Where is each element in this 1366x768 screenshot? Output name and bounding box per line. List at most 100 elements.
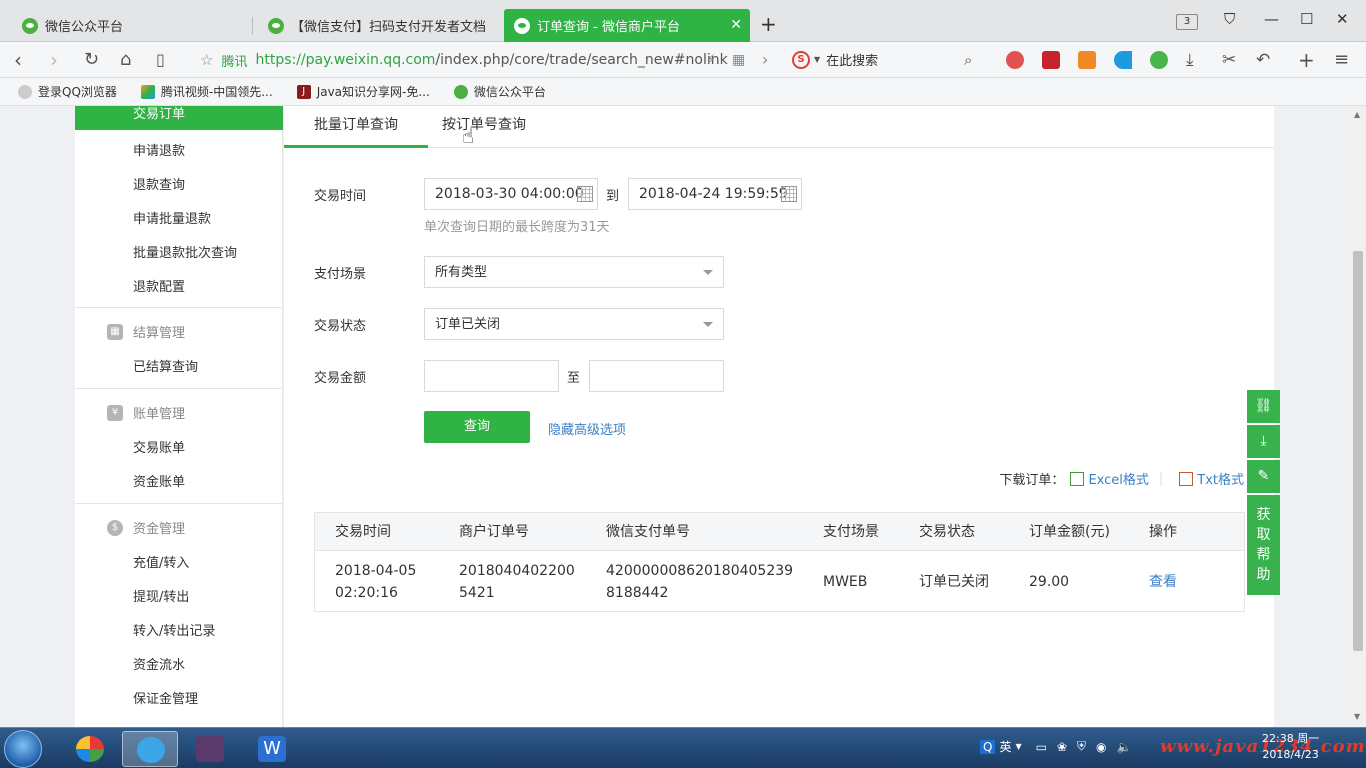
get-help-button[interactable]: 获 取 帮 助 (1247, 495, 1280, 595)
calendar-icon[interactable] (781, 186, 797, 202)
shield-icon[interactable]: ⛨ (1077, 739, 1086, 754)
ime-q-icon[interactable]: Q (980, 739, 996, 754)
download-orders: 下载订单： Excel格式 | Txt格式 (999, 469, 1244, 488)
address-field[interactable]: ☆ 腾讯 https://pay.weixin.qq.com/index.php… (200, 46, 780, 74)
browser-tab-weixin-mp[interactable]: 微信公众平台 (12, 9, 133, 42)
view-order-link[interactable]: 查看 (1149, 571, 1177, 593)
scroll-thumb[interactable] (1353, 251, 1363, 651)
add-icon[interactable]: + (1298, 47, 1315, 73)
amount-min-input[interactable] (424, 360, 559, 392)
sidebar-section-bills[interactable]: ¥ 账单管理 (107, 403, 185, 422)
lightning-icon[interactable]: ⚡ (706, 47, 716, 73)
download-icon[interactable]: ⤓ (1186, 47, 1194, 73)
coupon-icon[interactable] (1042, 51, 1060, 69)
play-icon[interactable] (1114, 51, 1132, 69)
orders-table: 交易时间 商户订单号 微信支付单号 支付场景 交易状态 订单金额(元) 操作 2… (314, 512, 1245, 612)
url-text: https://pay.weixin.qq.com/index.php/core… (255, 52, 727, 68)
bookmark-qq-login[interactable]: 登录QQ浏览器 (18, 83, 117, 100)
bookmark-java-share[interactable]: J Java知识分享网-免... (296, 83, 430, 100)
reading-mode-icon[interactable]: ▯ (156, 47, 165, 73)
sidebar-item-apply-refund[interactable]: 申请退款 (133, 140, 185, 159)
sidebar-item-settled-query[interactable]: 已结算查询 (133, 356, 198, 375)
sidebar-item-trade-orders[interactable]: 交易订单 (75, 106, 283, 130)
refresh-icon[interactable]: ↻ (84, 47, 99, 73)
tab-batch-query[interactable]: 批量订单查询 (284, 106, 428, 148)
sidebar-item-recharge[interactable]: 充值/转入 (133, 552, 189, 571)
download-icon[interactable]: ⤓ (1247, 425, 1280, 458)
home-icon[interactable]: ⌂ (120, 47, 131, 73)
wechat-ext-icon[interactable] (1150, 51, 1168, 69)
sidebar-item-batch-refund-query[interactable]: 批量退款批次查询 (133, 242, 237, 261)
star-icon[interactable]: ☆ (200, 51, 213, 69)
bookmark-tencent-video[interactable]: 腾讯视频-中国领先... (140, 83, 273, 100)
minimize-icon[interactable]: — (1264, 10, 1279, 28)
undo-icon[interactable]: ↶ (1256, 47, 1270, 73)
start-time-value: 2018-03-30 04:00:00 (435, 186, 584, 202)
query-button[interactable]: 查询 (424, 411, 530, 443)
taskbar-app-wps[interactable]: W (244, 731, 300, 767)
close-tab-icon[interactable]: ✕ (730, 17, 742, 33)
search-placeholder: 在此搜索 (826, 54, 879, 69)
download-excel-link[interactable]: Excel格式 (1088, 469, 1148, 488)
new-tab-button[interactable]: + (760, 14, 777, 34)
sidebar-item-refund-query[interactable]: 退款查询 (133, 174, 185, 193)
forward-icon[interactable]: › (50, 47, 58, 73)
sidebar-section-settlement[interactable]: ▦ 结算管理 (107, 322, 185, 341)
maximize-icon[interactable]: ☐ (1300, 10, 1313, 28)
sidebar-divider (75, 503, 283, 504)
clock-time: 22:38 周一 (1262, 732, 1320, 745)
pay-scene-select[interactable]: 所有类型 (424, 256, 724, 288)
page-scrollbar[interactable]: ▲ ▼ (1350, 106, 1366, 727)
start-time-input[interactable]: 2018-03-30 04:00:00 (424, 178, 598, 210)
back-icon[interactable]: ‹ (14, 47, 22, 73)
scroll-down-icon[interactable]: ▼ (1354, 712, 1360, 721)
search-icon[interactable]: ⌕ (964, 47, 972, 73)
calendar-icon[interactable] (577, 186, 593, 202)
sidebar-item-fund-flow[interactable]: 资金流水 (133, 654, 185, 673)
end-time-input[interactable]: 2018-04-24 19:59:59 (628, 178, 802, 210)
tab-count-badge[interactable]: 3 (1176, 14, 1198, 30)
trade-status-select[interactable]: 订单已关闭 (424, 308, 724, 340)
sidebar-item-refund-config[interactable]: 退款配置 (133, 276, 185, 295)
amount-max-input[interactable] (589, 360, 724, 392)
tray-security-icon[interactable]: ◉ (1096, 740, 1106, 754)
sidebar-item-withdraw[interactable]: 提现/转出 (133, 586, 189, 605)
tshirt-skin-icon[interactable]: ⛉ (1224, 10, 1235, 28)
scroll-up-icon[interactable]: ▲ (1354, 110, 1360, 119)
browser-tab-order-query[interactable]: 订单查询 - 微信商户平台 ✕ (504, 9, 750, 42)
sidebar-item-batch-refund[interactable]: 申请批量退款 (133, 208, 211, 227)
qrcode-icon[interactable]: ▦ (732, 47, 745, 73)
start-button[interactable] (4, 730, 42, 768)
sidebar-item-deposit[interactable]: 保证金管理 (133, 688, 198, 707)
browser-tab-pay-docs[interactable]: 【微信支付】扫码支付开发者文档 (258, 9, 496, 42)
search-box[interactable]: S ▼ 在此搜索 (792, 50, 878, 69)
volume-icon[interactable]: 🔈 (1117, 740, 1132, 754)
taskbar-app-java-ee[interactable] (182, 731, 238, 767)
taskbar-app-security[interactable] (62, 731, 118, 767)
sidebar-item-trade-bill[interactable]: 交易账单 (133, 437, 185, 456)
sidebar-item-fund-bill[interactable]: 资金账单 (133, 471, 185, 490)
link-icon[interactable]: ⛓ (1247, 390, 1280, 423)
bookmark-weixin-mp[interactable]: 微信公众平台 (453, 83, 546, 100)
chevron-down-icon[interactable]: ▼ (1015, 742, 1021, 751)
chevron-down-icon[interactable]: ▼ (814, 55, 820, 64)
edit-icon[interactable]: ✎ (1247, 460, 1280, 493)
system-clock[interactable]: 22:38 周一 2018/4/23 (1262, 731, 1319, 763)
section-label: 资金管理 (133, 522, 186, 537)
video-camera-icon[interactable] (1078, 51, 1096, 69)
network-icon[interactable]: ▭ (1036, 740, 1047, 754)
ime-language[interactable]: 英 (999, 738, 1011, 755)
extension-red-icon[interactable] (1006, 51, 1024, 69)
tab-order-number-query[interactable]: 按订单号查询 (412, 106, 556, 148)
chevron-right-icon[interactable]: › (762, 47, 768, 73)
hide-advanced-link[interactable]: 隐藏高级选项 (548, 419, 626, 438)
sidebar-item-transfer-records[interactable]: 转入/转出记录 (133, 620, 215, 639)
scissors-icon[interactable]: ✂ (1222, 47, 1236, 73)
sidebar-section-funds[interactable]: $ 资金管理 (107, 518, 185, 537)
tray-app-icon[interactable]: ❀ (1057, 740, 1067, 754)
system-tray: Q 英 ▼ ▭ ❀ ⛨ ◉ 🔈 (980, 738, 1131, 755)
window-close-icon[interactable]: ✕ (1336, 10, 1349, 28)
download-txt-link[interactable]: Txt格式 (1197, 469, 1244, 488)
taskbar-app-qq-browser[interactable] (122, 731, 178, 767)
menu-icon[interactable]: ≡ (1334, 47, 1349, 73)
